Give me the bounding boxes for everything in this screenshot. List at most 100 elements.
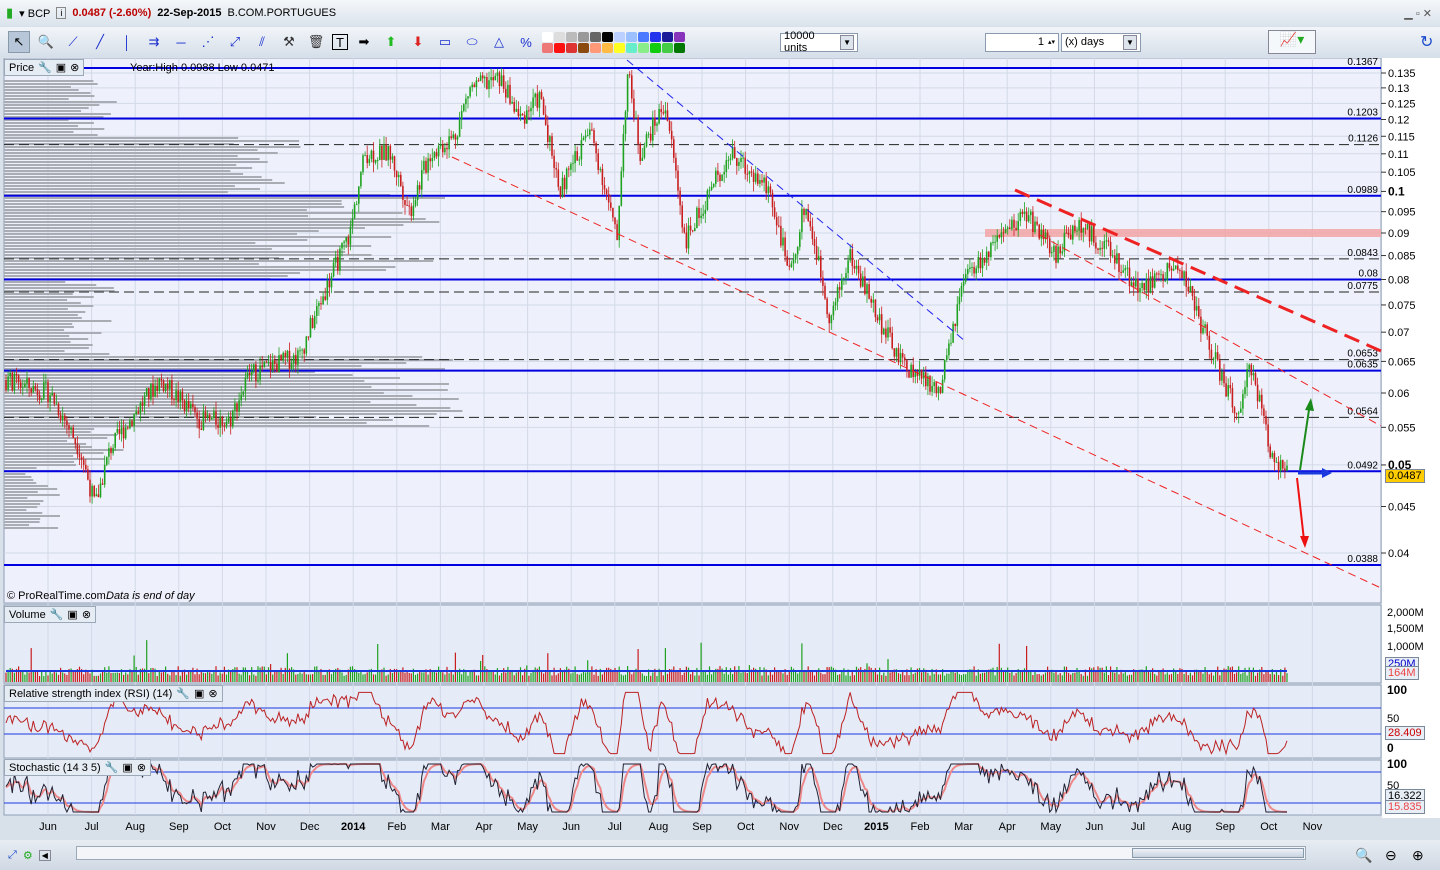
wrench-icon[interactable]: 🔧: [105, 761, 119, 774]
candle-body: [1151, 276, 1154, 288]
window-controls[interactable]: ▁ ▫ ✕: [1404, 7, 1432, 20]
candle: [620, 166, 623, 207]
vertical-line-icon[interactable]: │: [116, 31, 138, 53]
info-icon[interactable]: i: [56, 7, 67, 19]
scroll-left-icon[interactable]: ◀: [38, 849, 51, 861]
close-icon[interactable]: ⊗: [208, 687, 217, 700]
level-label: 0.0635: [1347, 360, 1378, 371]
candle-body: [1048, 238, 1051, 254]
window-icon[interactable]: ▣: [56, 61, 66, 74]
ellipse-tool-icon[interactable]: ⬭: [461, 31, 483, 53]
volume-bar: [1257, 672, 1259, 682]
refresh-icon[interactable]: ↻: [1420, 32, 1433, 52]
profile-bar: [4, 176, 262, 178]
pointer-tool-icon[interactable]: ↖: [8, 31, 30, 53]
chart-type-button[interactable]: 📈▾: [1268, 30, 1316, 54]
horizontal-line-icon[interactable]: ─: [170, 31, 192, 53]
indicator-icon[interactable]: ⚙: [23, 849, 33, 862]
y-tick-label: 0.1: [1388, 184, 1405, 198]
candle-body: [507, 84, 509, 98]
zoom-out-icon[interactable]: ⊖: [1385, 847, 1397, 864]
candle-body: [22, 387, 24, 389]
candle-body: [1109, 241, 1112, 257]
profile-bar: [4, 461, 75, 463]
candle-body: [738, 161, 740, 166]
text-tool-icon[interactable]: T: [332, 34, 348, 50]
candle-body: [1223, 371, 1225, 384]
candle: [1254, 371, 1257, 387]
candle-body: [34, 385, 37, 390]
volume-bar: [1110, 666, 1112, 682]
channel-tool-icon[interactable]: ⇉: [143, 31, 165, 53]
candle-body: [502, 75, 505, 89]
volume-bar: [179, 675, 181, 682]
rectangle-tool-icon[interactable]: ▭: [434, 31, 456, 53]
profile-bar: [4, 134, 98, 136]
candle-body: [551, 136, 553, 156]
arrow-right-icon[interactable]: ➡: [353, 31, 375, 53]
wrench-icon[interactable]: 🔧: [38, 61, 52, 74]
stepper-icon[interactable]: ▴▾: [1048, 38, 1055, 46]
candle-body: [343, 241, 345, 244]
arrow-up-icon[interactable]: ⬆: [380, 31, 402, 53]
horizontal-scrollbar[interactable]: [76, 846, 1306, 860]
close-icon[interactable]: ⊗: [82, 608, 91, 621]
zoom-tool-icon[interactable]: 🔍: [35, 31, 57, 53]
wrench-icon[interactable]: 🔧: [176, 687, 190, 700]
candle-body: [36, 389, 39, 396]
candle-body: [1004, 228, 1007, 233]
candle-body: [389, 145, 392, 160]
window-icon[interactable]: ▣: [194, 687, 204, 700]
date: 22-Sep-2015: [157, 7, 222, 19]
line-tool-icon[interactable]: ╱: [89, 31, 111, 53]
fan-tool-icon[interactable]: ⋰: [197, 31, 219, 53]
resistance-band[interactable]: [985, 228, 1381, 237]
volume-bar: [549, 670, 551, 682]
candle-body: [559, 186, 562, 197]
window-icon[interactable]: ▣: [67, 608, 77, 621]
zoom-fit-icon[interactable]: 🔍: [1355, 847, 1372, 864]
triangle-tool-icon[interactable]: △: [488, 31, 510, 53]
rsi-pane-header: Relative strength index (RSI) (14) 🔧 ▣ ⊗: [4, 685, 223, 702]
candle-body: [757, 173, 759, 184]
tools-icon[interactable]: ⚒: [278, 31, 300, 53]
volume-bar: [547, 653, 549, 682]
candle-body: [1139, 288, 1141, 293]
volume-bar: [1019, 670, 1021, 682]
volume-bar: [1217, 666, 1219, 682]
candle-body: [215, 411, 217, 425]
level-label: 0.0989: [1347, 185, 1378, 196]
color-palette[interactable]: [542, 31, 685, 53]
units-select[interactable]: 10000 units ▼: [780, 30, 858, 54]
period-input[interactable]: 1 ▴▾: [985, 32, 1059, 52]
zoom-in-icon[interactable]: ⊕: [1412, 847, 1424, 864]
close-icon[interactable]: ⊗: [70, 61, 79, 74]
stochastic-label: Stochastic (14 3 5): [9, 761, 101, 774]
period-unit-select[interactable]: (x) days ▼: [1061, 32, 1141, 52]
chart-settings-icon[interactable]: ⤢: [8, 849, 17, 862]
segment-tool-icon[interactable]: ⟋: [62, 31, 84, 53]
percent-tool-icon[interactable]: %: [515, 31, 537, 53]
volume-bar: [553, 667, 555, 682]
trash-icon[interactable]: 🗑: [305, 31, 327, 53]
symbol-dropdown[interactable]: ▾ BCP: [19, 7, 50, 20]
scrollbar-thumb[interactable]: [1132, 848, 1304, 858]
fibonacci-tool-icon[interactable]: ⤢: [224, 31, 246, 53]
close-icon[interactable]: ⊗: [137, 761, 146, 774]
arrow-down-icon[interactable]: ⬇: [407, 31, 429, 53]
parallel-tool-icon[interactable]: ⫽: [251, 31, 273, 53]
volume-bar: [702, 672, 704, 682]
volume-bar: [637, 649, 639, 682]
volume-bar: [711, 674, 713, 682]
volume-bar: [1246, 675, 1248, 682]
candle-body: [219, 416, 221, 428]
candle-body: [1248, 364, 1250, 370]
volume-bar: [736, 671, 738, 682]
volume-bar: [97, 675, 99, 682]
candle-body: [528, 110, 530, 112]
volume-bar: [692, 671, 694, 682]
wrench-icon[interactable]: 🔧: [50, 608, 64, 621]
window-icon[interactable]: ▣: [122, 761, 132, 774]
chart-area[interactable]: 0.1367 0.1203 0.0989 0.08 0.0635 0.0492 0.0388…: [0, 58, 1440, 840]
volume-bar: [908, 675, 910, 682]
